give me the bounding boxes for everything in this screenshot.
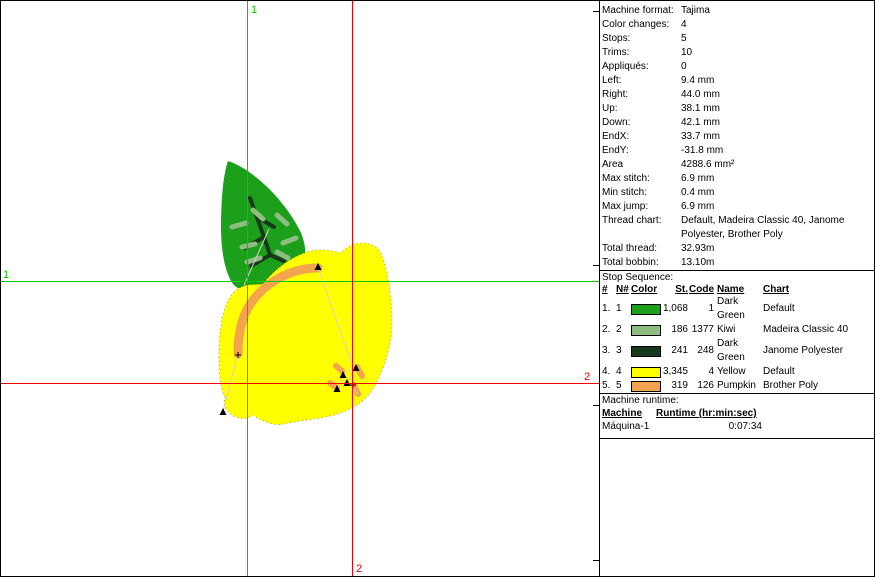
stop-sequence-header: # N# Color St. Code Name Chart	[600, 284, 874, 295]
color-swatch	[631, 325, 661, 336]
stop-sequence-section: Stop Sequence: # N# Color St. Code Name …	[600, 270, 874, 393]
color-swatch	[631, 304, 661, 315]
ruler-ticks	[593, 1, 600, 576]
stat-row: Stops:5	[600, 32, 874, 46]
stat-row: Min stitch:0.4 mm	[600, 186, 874, 200]
stat-row: EndY:-31.8 mm	[600, 144, 874, 158]
machine-runtime-value: 0:07:34	[656, 420, 762, 434]
stop-sequence-row: 2. 2 186 1377 Kiwi Madeira Classic 40	[600, 323, 874, 337]
stop-sequence-title: Stop Sequence:	[600, 271, 874, 284]
stat-row: Left:9.4 mm	[600, 74, 874, 88]
guide-1-label-left: 1	[3, 269, 9, 281]
properties-panel: Machine format:Tajima Color changes:4 St…	[600, 1, 874, 576]
machine-runtime-header: Machine Runtime (hr:min:sec)	[600, 407, 874, 420]
color-swatch	[631, 367, 661, 378]
stat-row: Right:44.0 mm	[600, 88, 874, 102]
stats-list: Machine format:Tajima Color changes:4 St…	[600, 1, 874, 270]
stat-row: Down:42.1 mm	[600, 116, 874, 130]
stat-row: Max jump:6.9 mm	[600, 200, 874, 214]
stat-row: Machine format:Tajima	[600, 4, 874, 18]
guide-2-label-bottom: 2	[356, 563, 362, 575]
machine-runtime-row: Máquina-1 0:07:34	[600, 420, 874, 434]
stat-row: Up:38.1 mm	[600, 102, 874, 116]
color-swatch	[631, 346, 661, 357]
stat-row: Thread chart:Default, Madeira Classic 40…	[600, 214, 874, 242]
design-drawing: 1 1 2 2	[1, 1, 600, 576]
stat-row: Total thread:32.93m	[600, 242, 874, 256]
stat-row: Color changes:4	[600, 18, 874, 32]
stop-sequence-row: 3. 3 241 248 Dark Green Janome Polyester	[600, 337, 874, 365]
stop-sequence-row: 4. 4 3,345 4 Yellow Default	[600, 365, 874, 379]
stat-row: EndX:33.7 mm	[600, 130, 874, 144]
guide-2-label-right: 2	[584, 371, 590, 383]
stop-sequence-row: 1. 1 1,068 1 Dark Green Default	[600, 295, 874, 323]
stat-row: Area4288.6 mm²	[600, 158, 874, 172]
stat-row: Max stitch:6.9 mm	[600, 172, 874, 186]
stop-sequence-row: 5. 5 319 126 Pumpkin Brother Poly	[600, 379, 874, 393]
guide-1-label-top: 1	[251, 4, 257, 16]
stat-row: Appliqués:0	[600, 60, 874, 74]
design-canvas[interactable]: 1 1 2 2	[1, 1, 600, 576]
stat-row: Total bobbin:13.10m	[600, 256, 874, 270]
machine-runtime-title: Machine runtime:	[600, 394, 874, 407]
color-swatch	[631, 381, 661, 392]
machine-name: Máquina-1	[602, 420, 656, 434]
machine-runtime-section: Machine runtime: Machine Runtime (hr:min…	[600, 393, 874, 439]
stat-row: Trims:10	[600, 46, 874, 60]
embroidery-report-window: 1 1 2 2 Machi	[0, 0, 875, 577]
